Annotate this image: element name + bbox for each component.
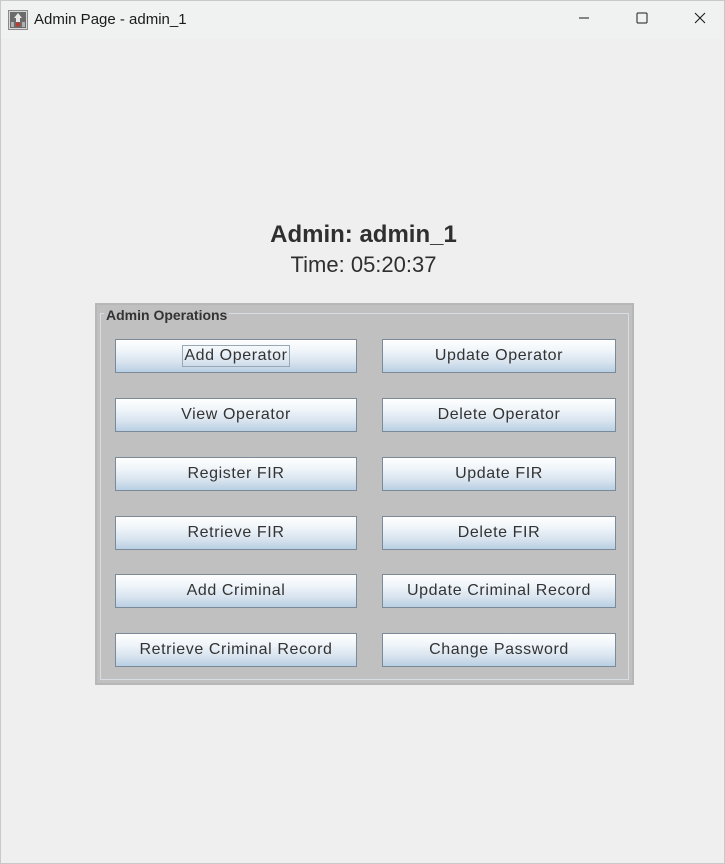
panel-title: Admin Operations [104,307,230,323]
button-label: Update Operator [434,347,564,364]
title-bar[interactable]: Admin Page - admin_1 [1,1,724,39]
retrieve-criminal-record-button[interactable]: Retrieve Criminal Record [115,633,357,667]
add-criminal-button[interactable]: Add Criminal [115,574,357,608]
java-app-icon [8,10,28,30]
update-fir-button[interactable]: Update FIR [382,457,616,491]
admin-window: Admin Page - admin_1 Admin: admin_1 Time… [0,0,725,864]
button-label: Update Criminal Record [407,582,591,599]
content-pane: Admin: admin_1 Time: 05:20:37 Admin Oper… [1,39,724,863]
maximize-icon [636,11,648,29]
button-label: Register FIR [187,465,285,482]
close-button[interactable] [671,1,725,39]
window-title: Admin Page - admin_1 [34,11,187,28]
add-operator-button[interactable]: Add Operator [115,339,357,373]
minimize-button[interactable] [555,1,613,39]
maximize-button[interactable] [613,1,671,39]
delete-operator-button[interactable]: Delete Operator [382,398,616,432]
update-criminal-record-button[interactable]: Update Criminal Record [382,574,616,608]
button-label: Retrieve Criminal Record [139,641,333,658]
close-icon [694,11,706,29]
delete-fir-button[interactable]: Delete FIR [382,516,616,550]
button-label: Retrieve FIR [187,524,285,541]
admin-operations-panel: Admin Operations Add Operator Update Ope… [95,303,634,685]
register-fir-button[interactable]: Register FIR [115,457,357,491]
button-label: View Operator [181,406,291,423]
change-password-button[interactable]: Change Password [382,633,616,667]
button-label: Add Operator [182,345,290,367]
button-label: Update FIR [455,465,543,482]
minimize-icon [578,11,590,29]
time-label: Time: 05:20:37 [290,252,437,277]
retrieve-fir-button[interactable]: Retrieve FIR [115,516,357,550]
button-label: Delete FIR [457,524,541,541]
update-operator-button[interactable]: Update Operator [382,339,616,373]
button-label: Change Password [429,641,569,658]
view-operator-button[interactable]: View Operator [115,398,357,432]
button-label: Delete Operator [437,406,561,423]
button-label: Add Criminal [186,582,286,599]
admin-name-label: Admin: admin_1 [270,221,457,248]
